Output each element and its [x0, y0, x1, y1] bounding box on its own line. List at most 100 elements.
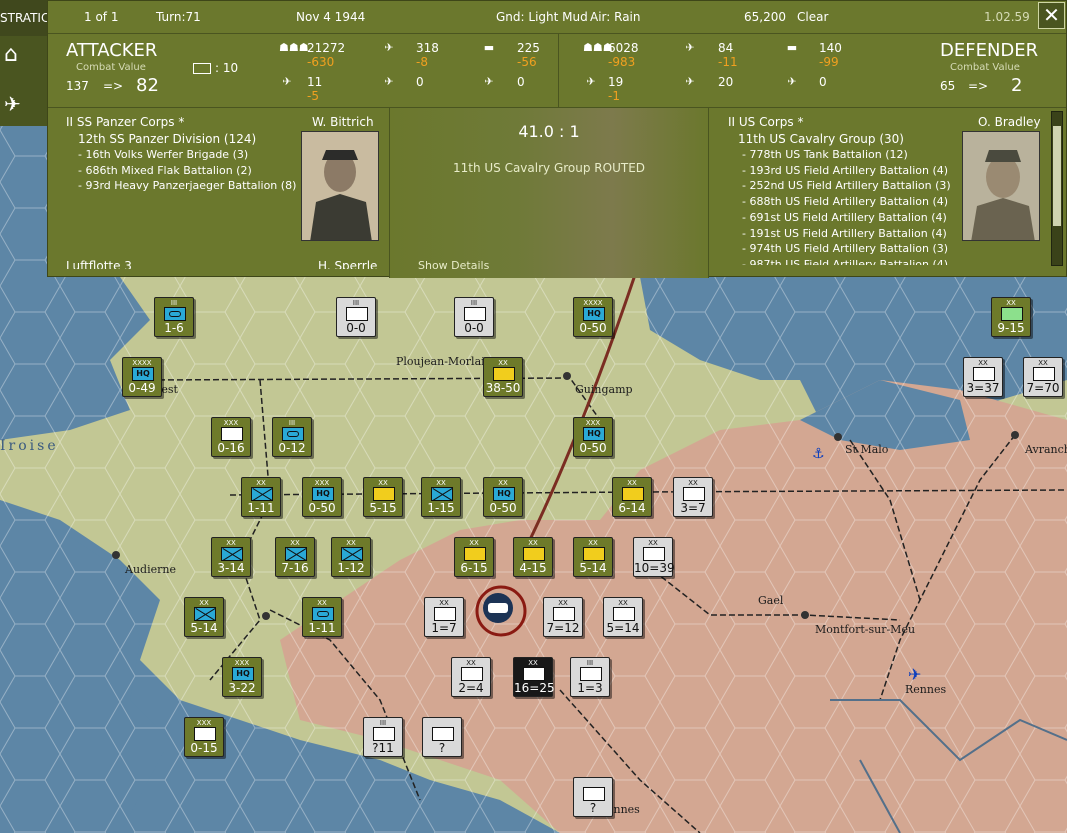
att-men: 21272 -630: [307, 41, 346, 69]
men-icon: ☗☗☗: [279, 41, 309, 54]
unit-counter[interactable]: XXX 0-16: [211, 417, 251, 457]
unit-counter[interactable]: XXX HQ 0-50: [573, 417, 613, 457]
attacker-commander-portrait: [301, 131, 379, 241]
unit-size: XX: [199, 599, 209, 607]
unit-symbol-icon: HQ: [583, 307, 605, 321]
unit-symbol-icon: [464, 547, 486, 561]
unit-counter[interactable]: III 1-6: [154, 297, 194, 337]
unit-counter[interactable]: XX 2=4: [451, 657, 491, 697]
unit-counter[interactable]: XX 1-11: [241, 477, 281, 517]
unit-counter[interactable]: XX 9-15: [991, 297, 1031, 337]
unit-counter[interactable]: XX 1-15: [421, 477, 461, 517]
unit-symbol-icon: [194, 607, 216, 621]
unit-counter[interactable]: XX 5-15: [363, 477, 403, 517]
show-details-link[interactable]: Show Details: [418, 259, 489, 272]
unit-counter[interactable]: ?: [573, 777, 613, 817]
defender-arrow: =>: [968, 79, 989, 93]
svg-text:⚓: ⚓: [812, 446, 825, 462]
unit-counter[interactable]: XXXX HQ 0-50: [573, 297, 613, 337]
unit-counter[interactable]: XX 1-11: [302, 597, 342, 637]
bomber-icon: ✈: [384, 75, 394, 88]
unit-symbol-icon: [194, 727, 216, 741]
unit-size: XX: [256, 479, 266, 487]
defender-commander-portrait: [962, 131, 1040, 241]
unit-strength: 5=14: [606, 621, 640, 635]
unit-size: XX: [618, 599, 628, 607]
unit-strength: 4-15: [519, 561, 547, 575]
unit-strength: 6-14: [618, 501, 646, 515]
unit-size: XX: [588, 539, 598, 547]
unit-counter[interactable]: XX 3=7: [673, 477, 713, 517]
menu-tab[interactable]: STRATIC: [0, 0, 47, 36]
unit-counter[interactable]: XXXX HQ 0-49: [122, 357, 162, 397]
turn-label: Turn:71: [156, 10, 201, 24]
unit-strength: 0-0: [346, 321, 366, 335]
unit-counter[interactable]: XX 16=25: [513, 657, 555, 697]
unit-counter[interactable]: XX 1=7: [424, 597, 464, 637]
unit-counter[interactable]: XX 5-14: [184, 597, 224, 637]
unit-strength: 7-16: [281, 561, 309, 575]
unit-strength: 1-15: [427, 501, 455, 515]
unit-strength: 5-14: [190, 621, 218, 635]
unit-counter[interactable]: XX HQ 0-50: [483, 477, 523, 517]
def-planes4: 0: [819, 75, 827, 89]
unit-symbol-icon: [523, 667, 545, 681]
city-morlaix: Ploujean-Morlaix: [396, 355, 491, 368]
unit-counter[interactable]: III ?11: [363, 717, 403, 757]
unit-counter[interactable]: XX 5-14: [573, 537, 613, 577]
men-icon: ☗☗☗: [583, 41, 613, 54]
unit-strength: 10=39: [634, 561, 675, 575]
unit-strength: ?: [589, 801, 597, 815]
unit-counter[interactable]: XX 10=39: [633, 537, 675, 577]
unit-counter[interactable]: III 0-12: [272, 417, 312, 457]
factory-icon[interactable]: ⌂: [4, 42, 18, 67]
unit-size: XX: [469, 539, 479, 547]
unit-counter[interactable]: XX 7=12: [543, 597, 583, 637]
unit-size: III: [379, 719, 387, 727]
unit-counter[interactable]: XXX HQ 3-22: [222, 657, 262, 697]
unit-counter[interactable]: XX 1-12: [331, 537, 371, 577]
unit-size: XX: [627, 479, 637, 487]
unit-size: III: [288, 419, 296, 427]
unit-symbol-icon: HQ: [583, 427, 605, 441]
unit-counter[interactable]: XX 4-15: [513, 537, 553, 577]
attacker-arrow: =>: [103, 79, 124, 93]
defender-subtitle: Combat Value: [950, 62, 1020, 73]
unit-symbol-icon: [683, 487, 705, 501]
unit-strength: 0-49: [128, 381, 156, 395]
unit-strength: 0-50: [489, 501, 517, 515]
unit-counter[interactable]: XX 3=37: [963, 357, 1003, 397]
defender-commander: O. Bradley: [978, 115, 1041, 129]
air-mission-icon[interactable]: ✈: [4, 92, 21, 116]
unit-counter[interactable]: XX 6-15: [454, 537, 494, 577]
unit-counter[interactable]: XXX 0-15: [184, 717, 224, 757]
close-button[interactable]: ✕: [1038, 2, 1065, 29]
defender-list-scrollbar[interactable]: [1051, 111, 1063, 266]
toolbar: ⌂ ✈: [0, 36, 47, 126]
unit-counter[interactable]: XX 6-14: [612, 477, 652, 517]
unit-counter[interactable]: ?: [422, 717, 462, 757]
unit-counter[interactable]: XX 7-16: [275, 537, 315, 577]
unit-counter[interactable]: XX 38-50: [483, 357, 523, 397]
unit-counter[interactable]: XX 3-14: [211, 537, 251, 577]
unit-counter[interactable]: XX 5=14: [603, 597, 643, 637]
unit-symbol-icon: [1001, 307, 1023, 321]
unit-symbol-icon: [583, 787, 605, 801]
tank-icon: ▬: [483, 41, 495, 54]
transport-icon: ✈: [484, 75, 494, 88]
sea-label: Iroise: [0, 438, 59, 454]
unit-size: XX: [346, 539, 356, 547]
unit-strength: 1-6: [164, 321, 184, 335]
unit-size: XXX: [585, 419, 601, 427]
unit-counter[interactable]: III 1=3: [570, 657, 610, 697]
unit-strength: 0-0: [464, 321, 484, 335]
unit-size: XXXX: [132, 359, 152, 367]
attacker-title: ATTACKER: [66, 40, 158, 61]
unit-counter[interactable]: XXX HQ 0-50: [302, 477, 342, 517]
unit-strength: 0-16: [217, 441, 245, 455]
unit-counter[interactable]: III 0-0: [454, 297, 494, 337]
unit-counter[interactable]: XX 7=70: [1023, 357, 1063, 397]
unit-counter[interactable]: III 0-0: [336, 297, 376, 337]
att-tanks: 225 -56: [517, 41, 540, 69]
unit-strength: 3-14: [217, 561, 245, 575]
